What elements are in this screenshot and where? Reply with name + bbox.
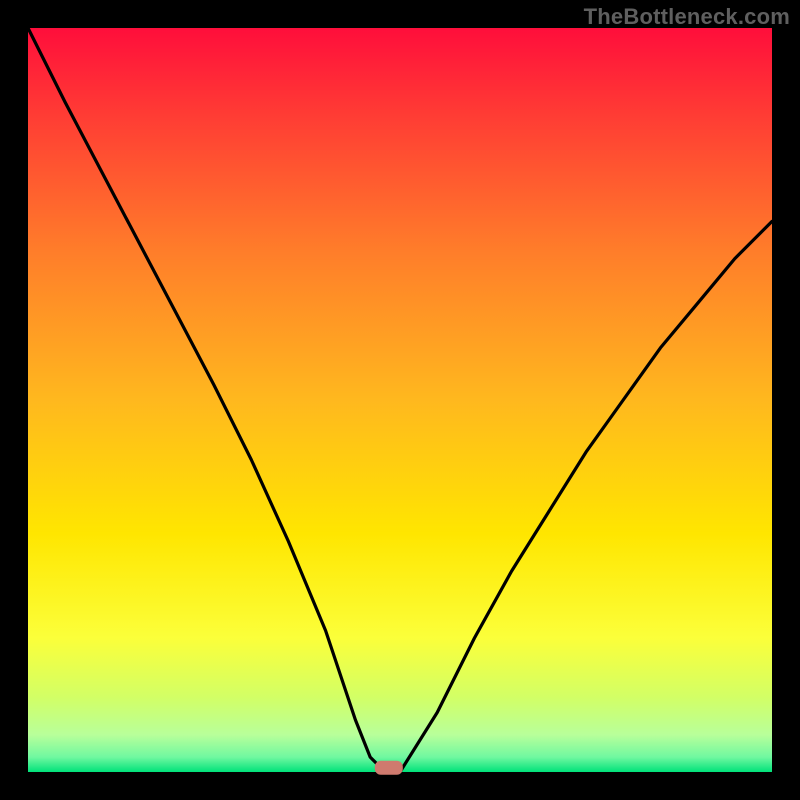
chart-frame: TheBottleneck.com [0,0,800,800]
optimal-point-marker [375,761,403,775]
watermark-text: TheBottleneck.com [584,4,790,30]
bottleneck-curve-chart [0,0,800,800]
plot-background [28,28,772,772]
